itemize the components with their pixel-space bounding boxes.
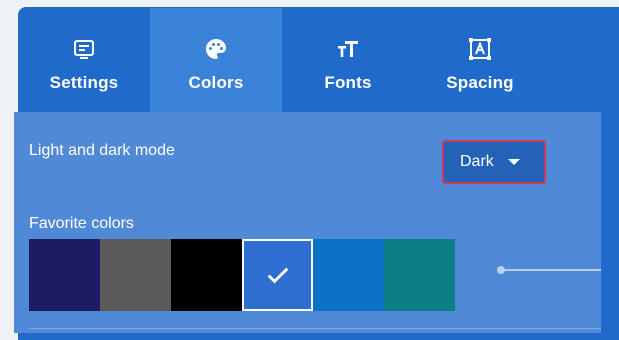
chevron-down-icon — [507, 159, 520, 165]
mode-dropdown[interactable]: Dark — [442, 140, 546, 184]
palette-icon — [206, 39, 226, 59]
color-swatch[interactable] — [313, 239, 384, 311]
mode-value: Dark — [460, 153, 494, 170]
slider-handle[interactable] — [497, 266, 505, 274]
tab-settings[interactable]: Settings — [18, 8, 150, 112]
settings-icon — [74, 40, 94, 59]
tab-fonts-label: Fonts — [324, 73, 372, 92]
tab-spacing-label: Spacing — [446, 73, 514, 92]
check-icon — [267, 267, 289, 284]
favorite-colors-swatches — [29, 239, 455, 311]
spacing-icon — [469, 38, 491, 60]
colors-content: Light and dark mode Dark Favorite colors — [14, 112, 601, 333]
color-swatch[interactable] — [384, 239, 455, 311]
tab-spacing[interactable]: Spacing — [414, 8, 546, 112]
color-swatch-selected[interactable] — [242, 239, 313, 311]
divider — [29, 328, 601, 329]
slider-track — [505, 269, 601, 271]
tab-colors-label: Colors — [188, 73, 244, 92]
tab-bar: Settings Colors Fonts Spacing — [18, 8, 546, 112]
color-swatch[interactable] — [29, 239, 100, 311]
tab-colors[interactable]: Colors — [150, 8, 282, 112]
mode-label: Light and dark mode — [29, 142, 175, 159]
favorite-colors-label: Favorite colors — [29, 215, 134, 232]
text-size-icon — [338, 41, 358, 57]
tab-settings-label: Settings — [49, 73, 119, 92]
color-swatch[interactable] — [100, 239, 171, 311]
tab-fonts[interactable]: Fonts — [282, 8, 414, 112]
color-swatch[interactable] — [171, 239, 242, 311]
